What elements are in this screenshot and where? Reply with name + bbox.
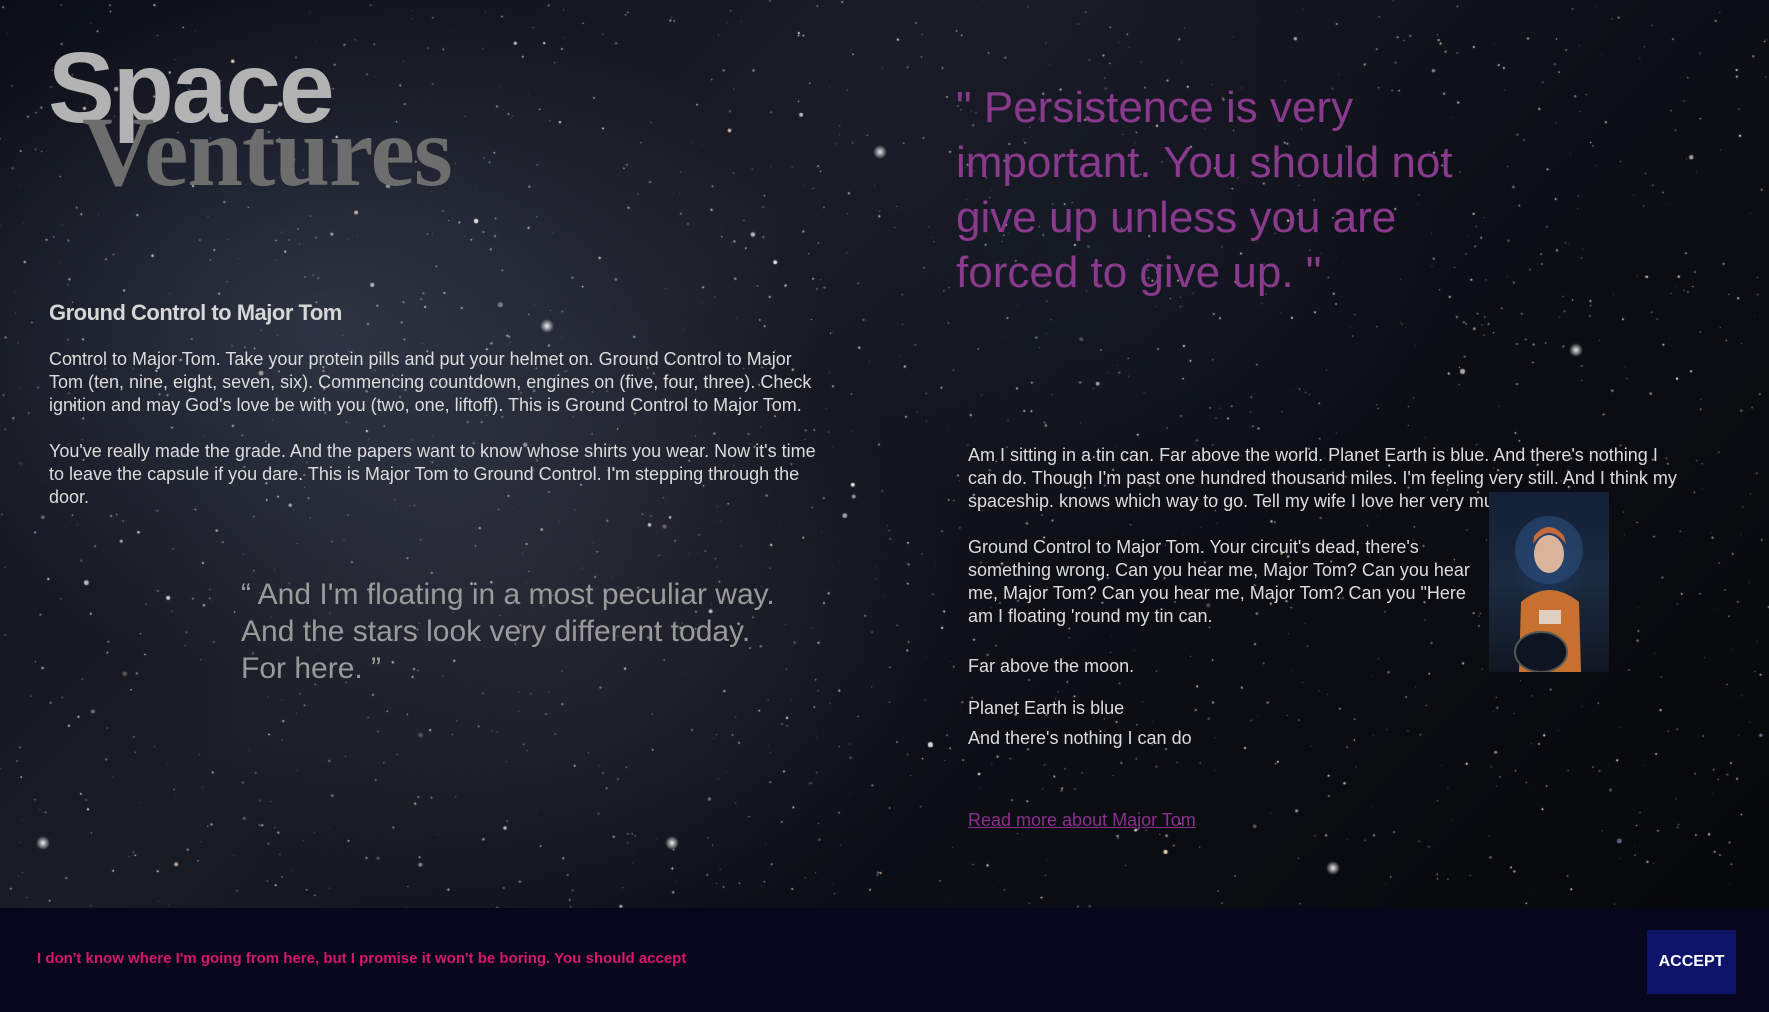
accept-button[interactable]: ACCEPT [1647,930,1736,994]
astronaut-portrait-icon [1489,492,1609,672]
left-pull-quote: “ And I'm floating in a most peculiar wa… [241,578,775,685]
left-column: Ground Control to Major Tom Control to M… [49,300,829,532]
cookie-banner: I don't know where I'm going from here, … [0,908,1769,1012]
logo-word-ventures: Ventures [82,96,453,207]
section-heading: Ground Control to Major Tom [49,300,342,325]
lyric-line-3: And there's nothing I can do [968,728,1192,748]
left-paragraph-1: Control to Major Tom. Take your protein … [49,349,812,415]
right-pull-quote: " Persistence is very important. You sho… [956,83,1453,297]
lyric-line-2: Planet Earth is blue [968,698,1125,718]
cookie-message: I don't know where I'm going from here, … [37,950,687,967]
astronaut-figure-icon [1514,516,1583,672]
left-paragraph-2: You've really made the grade. And the pa… [49,441,816,507]
site-logo: Space Ventures [48,38,568,208]
read-more-link[interactable]: Read more about Major Tom [968,810,1196,831]
right-paragraph-2: Ground Control to Major Tom. Your circui… [968,537,1470,626]
page: Space Ventures Ground Control to Major T… [0,0,1769,1012]
